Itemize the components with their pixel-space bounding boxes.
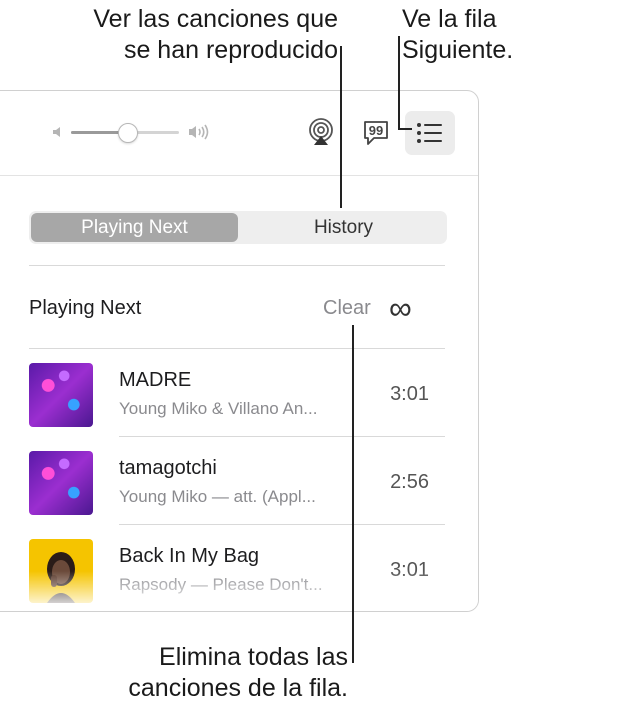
section-title: Playing Next	[29, 297, 142, 319]
leader-history	[340, 46, 342, 208]
now-playing-panel: 99 Playing Next History Playing Next Cle…	[0, 90, 479, 612]
album-art	[29, 363, 93, 427]
callout-history: Ver las canciones que se han reproducido	[48, 4, 338, 66]
svg-text:99: 99	[369, 123, 383, 138]
queue-history-segmented-control: Playing Next History	[29, 211, 447, 244]
queue-button[interactable]	[405, 111, 455, 155]
album-art	[29, 539, 93, 603]
lyrics-icon[interactable]: 99	[361, 118, 391, 148]
song-duration: 3:01	[390, 383, 429, 405]
list-item[interactable]: MADRE Young Miko & Villano An... 3:01	[0, 349, 478, 437]
song-title: tamagotchi	[119, 457, 217, 479]
tab-playing-next[interactable]: Playing Next	[31, 213, 238, 242]
callout-queue-line-1: Ve la fila	[402, 5, 497, 33]
leader-queue-horizontal	[398, 128, 412, 130]
song-duration: 2:56	[390, 471, 429, 493]
song-subtitle: Young Miko & Villano An...	[119, 399, 318, 418]
list-item[interactable]: tamagotchi Young Miko — att. (Appl... 2:…	[0, 437, 478, 525]
list-icon	[417, 123, 442, 143]
tab-history[interactable]: History	[240, 211, 447, 244]
song-title: Back In My Bag	[119, 545, 260, 567]
callout-clear-line-1: Elimina todas las	[159, 643, 348, 671]
callout-history-line-1: Ver las canciones que	[93, 5, 338, 33]
album-art	[29, 451, 93, 515]
list-item[interactable]: Back In My Bag Rapsody — Please Don't...…	[0, 525, 478, 611]
callout-history-line-2: se han reproducido	[123, 36, 338, 64]
callout-clear: Elimina todas las canciones de la fila.	[40, 642, 348, 704]
leader-clear	[352, 325, 354, 663]
song-subtitle: Young Miko — att. (Appl...	[119, 487, 316, 506]
volume-knob[interactable]	[118, 123, 139, 143]
callout-queue-line-2: Siguiente.	[402, 36, 514, 64]
volume-control	[51, 119, 221, 145]
autoplay-infinity-icon[interactable]: ∞	[389, 290, 412, 327]
speaker-low-icon	[53, 127, 60, 137]
speaker-high-icon	[189, 124, 209, 140]
song-subtitle: Rapsody — Please Don't...	[119, 575, 323, 594]
song-title: MADRE	[119, 369, 192, 391]
song-duration: 3:01	[390, 559, 429, 581]
toolbar: 99	[0, 91, 478, 176]
portrait-art	[47, 552, 75, 603]
callout-queue: Ve la fila Siguiente.	[402, 4, 513, 66]
volume-track[interactable]	[71, 123, 179, 143]
clear-button[interactable]: Clear	[323, 297, 371, 320]
section-divider-top	[29, 265, 445, 266]
leader-queue-vertical	[398, 36, 400, 130]
airplay-icon[interactable]	[306, 117, 336, 147]
callout-clear-line-2: canciones de la fila.	[128, 674, 348, 702]
